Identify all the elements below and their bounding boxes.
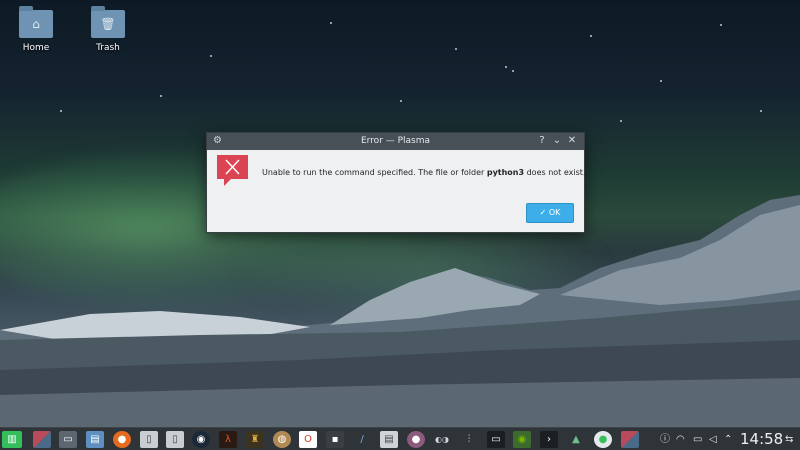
application-launcher-icon[interactable]: ▥ [2, 431, 22, 448]
document-icon[interactable]: ▯ [140, 431, 158, 448]
system-monitor-icon[interactable]: ▲ [567, 431, 585, 448]
minimize-button[interactable]: ⌄ [551, 135, 563, 147]
text-file-icon[interactable]: ▯ [166, 431, 184, 448]
update-icon[interactable]: ● [594, 431, 612, 448]
show-desktop-icon[interactable] [33, 431, 51, 448]
ok-label: OK [548, 208, 561, 217]
home-folder-icon: ⌂ [19, 6, 53, 38]
error-message-prefix: Unable to run the command specified. The… [262, 168, 487, 177]
tray-expand-icon[interactable]: ⌃ [724, 432, 732, 447]
app-icon[interactable]: ▪ [326, 431, 344, 448]
clock[interactable]: 14:58 [740, 430, 783, 448]
half-life-icon[interactable]: λ [219, 431, 237, 448]
wifi-icon[interactable]: ◠ [676, 432, 685, 447]
app-icon[interactable]: ● [407, 431, 425, 448]
dialog-title: Error — Plasma [360, 136, 431, 146]
error-message-suffix: does not exist. [524, 168, 586, 177]
help-button[interactable]: ? [536, 135, 548, 147]
screen-icon[interactable]: ▭ [59, 431, 77, 448]
firefox-icon[interactable]: ● [113, 431, 131, 448]
text-editor-icon[interactable]: ▤ [380, 431, 398, 448]
taskbar: ▥ ▭ ▤ ● ▯ ▯ ◉ λ ♜ ◍ O ▪ / ▤ ● ◐◑ ⫶ ▭ ◉ ›… [0, 427, 800, 450]
terminal-icon[interactable]: ▭ [487, 431, 505, 448]
app-icon[interactable]: ◐◑ [433, 431, 451, 448]
equalizer-icon[interactable]: ⫶ [460, 431, 478, 448]
check-icon: ✓ [539, 208, 547, 217]
file-manager-icon[interactable]: ▤ [86, 431, 104, 448]
desktop-icon-label: Trash [96, 43, 120, 53]
dialog-titlebar[interactable]: ⚙ Error — Plasma ? ⌄ ✕ [207, 133, 584, 150]
steam-icon[interactable]: ◉ [192, 431, 210, 448]
game-icon[interactable]: ♜ [246, 431, 264, 448]
error-icon [217, 155, 248, 186]
window-icon[interactable] [621, 431, 639, 448]
battery-icon[interactable]: ▭ [693, 432, 702, 447]
desktop-icon-home[interactable]: ⌂ Home [6, 6, 66, 53]
desktop-icon-trash[interactable]: 🗑 Trash [78, 6, 138, 53]
app-icon[interactable]: ◍ [273, 431, 291, 448]
ok-button[interactable]: ✓ OK [526, 203, 574, 223]
notifications-icon[interactable]: ⓘ [660, 432, 670, 447]
office-icon[interactable]: O [299, 431, 317, 448]
error-message: Unable to run the command specified. The… [262, 168, 585, 177]
error-message-filename: python3 [486, 168, 525, 177]
desktop: ⌂ Home 🗑 Trash ⚙ Error — Plasma ? ⌄ ✕ Un… [0, 0, 800, 450]
slash-app-icon[interactable]: / [353, 431, 371, 448]
nvidia-icon[interactable]: ◉ [513, 431, 531, 448]
panel-settings-icon[interactable]: ⇆ [785, 432, 793, 447]
desktop-icon-label: Home [22, 43, 50, 53]
trash-folder-icon: 🗑 [91, 6, 125, 38]
close-button[interactable]: ✕ [566, 135, 578, 147]
console-icon[interactable]: › [540, 431, 558, 448]
volume-icon[interactable]: ◁ [709, 432, 717, 447]
